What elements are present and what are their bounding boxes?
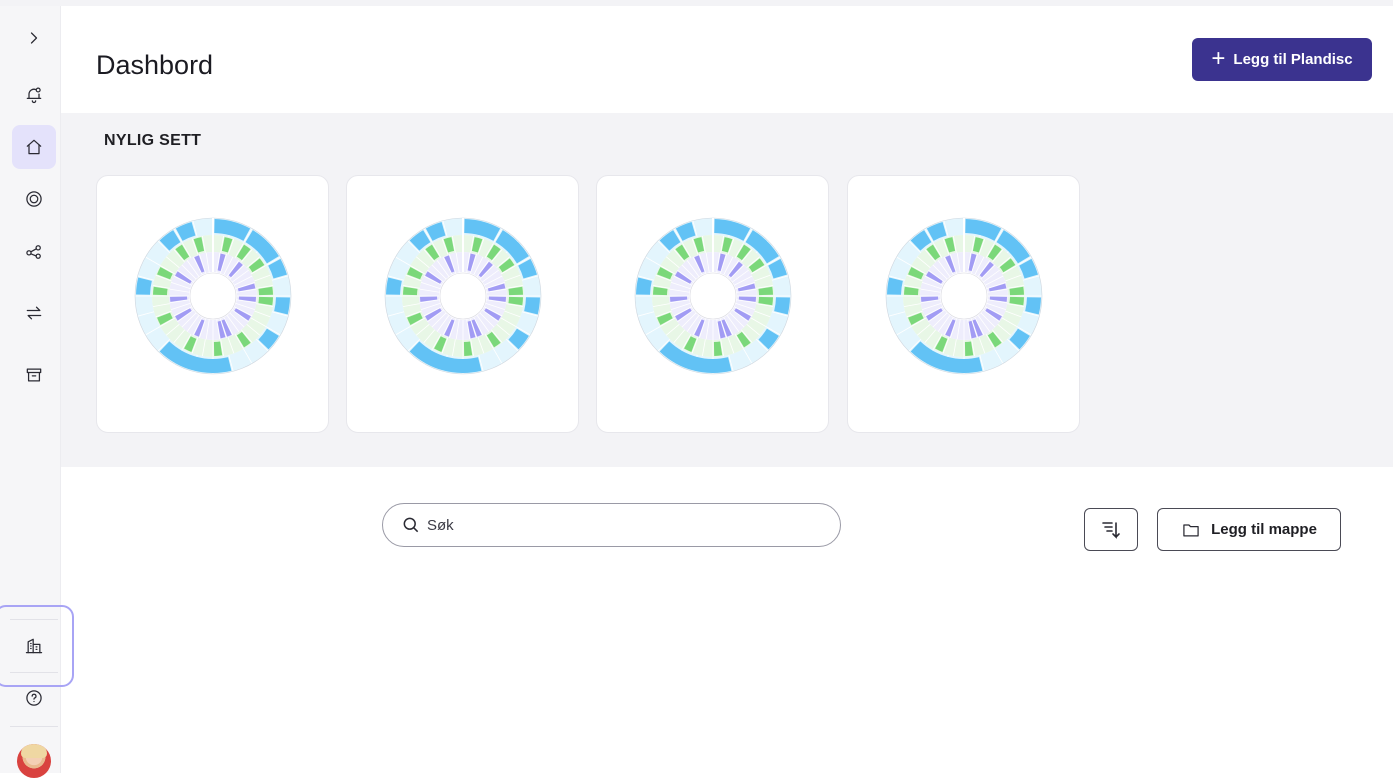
plandisc-card[interactable] (847, 175, 1080, 433)
sidebar-item-archive[interactable] (12, 353, 56, 397)
sidebar-item-share[interactable] (12, 230, 56, 274)
sidebar-item-home[interactable] (12, 125, 56, 169)
plandisc-card[interactable] (596, 175, 829, 433)
bell-icon (26, 87, 42, 104)
add-folder-label: Legg til mappe (1211, 521, 1317, 538)
plandisc-card[interactable] (346, 175, 579, 433)
notifications-button[interactable] (12, 73, 56, 117)
chevron-right-icon (30, 32, 38, 44)
plandisc-wheel-icon (134, 217, 291, 375)
top-border (0, 0, 1393, 6)
target-icon (26, 191, 42, 207)
help-circle-icon (26, 690, 42, 706)
sidebar-item-transfer[interactable] (12, 291, 56, 335)
recently-viewed-section: NYLIG SETT (61, 113, 1393, 467)
add-folder-button[interactable]: Legg til mappe (1157, 508, 1341, 551)
search-field[interactable] (382, 503, 841, 547)
section-title: NYLIG SETT (104, 132, 202, 149)
share-icon (26, 245, 41, 259)
sidebar-item-goals[interactable] (12, 177, 56, 221)
add-plandisc-label: Legg til Plandisc (1233, 51, 1353, 68)
add-plandisc-button[interactable]: + Legg til Plandisc (1192, 38, 1372, 81)
plandisc-wheel-icon (885, 217, 1042, 375)
search-input[interactable] (427, 516, 827, 534)
plandisc-wheel-icon (384, 217, 541, 375)
plus-icon: + (1211, 44, 1226, 72)
home-icon (26, 139, 42, 155)
search-icon (403, 517, 419, 533)
arrows-swap-icon (26, 306, 42, 320)
sort-button[interactable] (1084, 508, 1138, 551)
folder-icon (1183, 523, 1199, 536)
page-title: Dashbord (96, 50, 214, 80)
plandisc-card[interactable] (96, 175, 329, 433)
plandisc-wheel-icon (634, 217, 791, 375)
organization-highlight (0, 605, 74, 687)
expand-sidebar-button[interactable] (12, 16, 56, 60)
sidebar-divider (10, 726, 58, 727)
sort-descending-icon (1102, 521, 1120, 539)
archive-icon (26, 368, 42, 382)
